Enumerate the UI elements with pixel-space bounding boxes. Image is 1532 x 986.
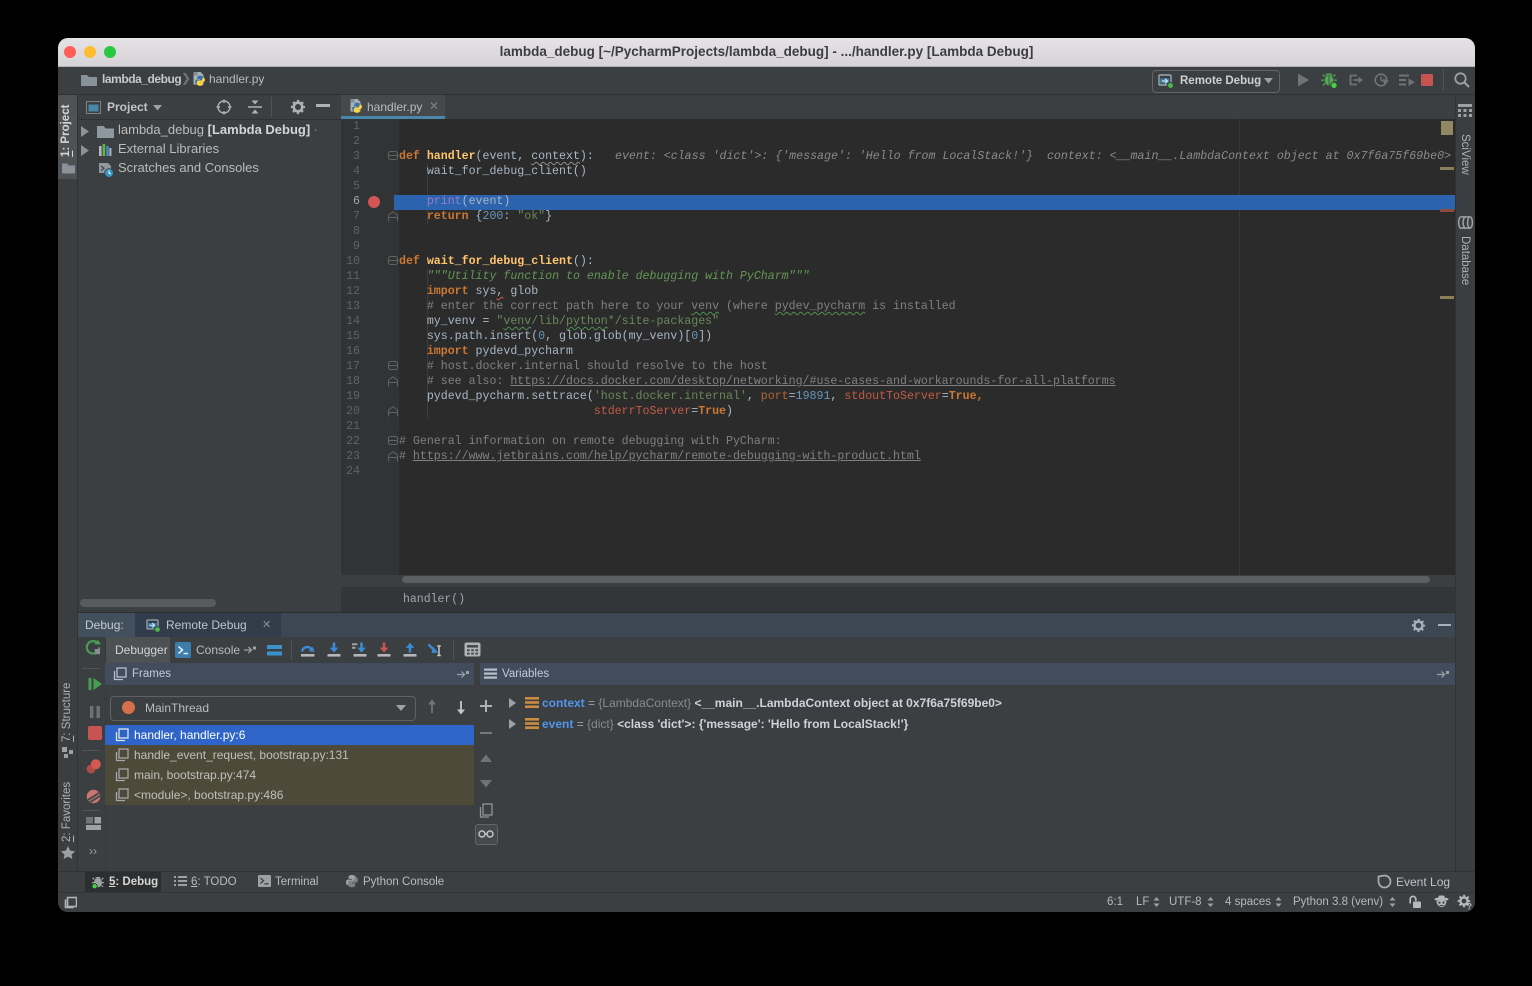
- svg-text:?: ?: [1467, 902, 1473, 911]
